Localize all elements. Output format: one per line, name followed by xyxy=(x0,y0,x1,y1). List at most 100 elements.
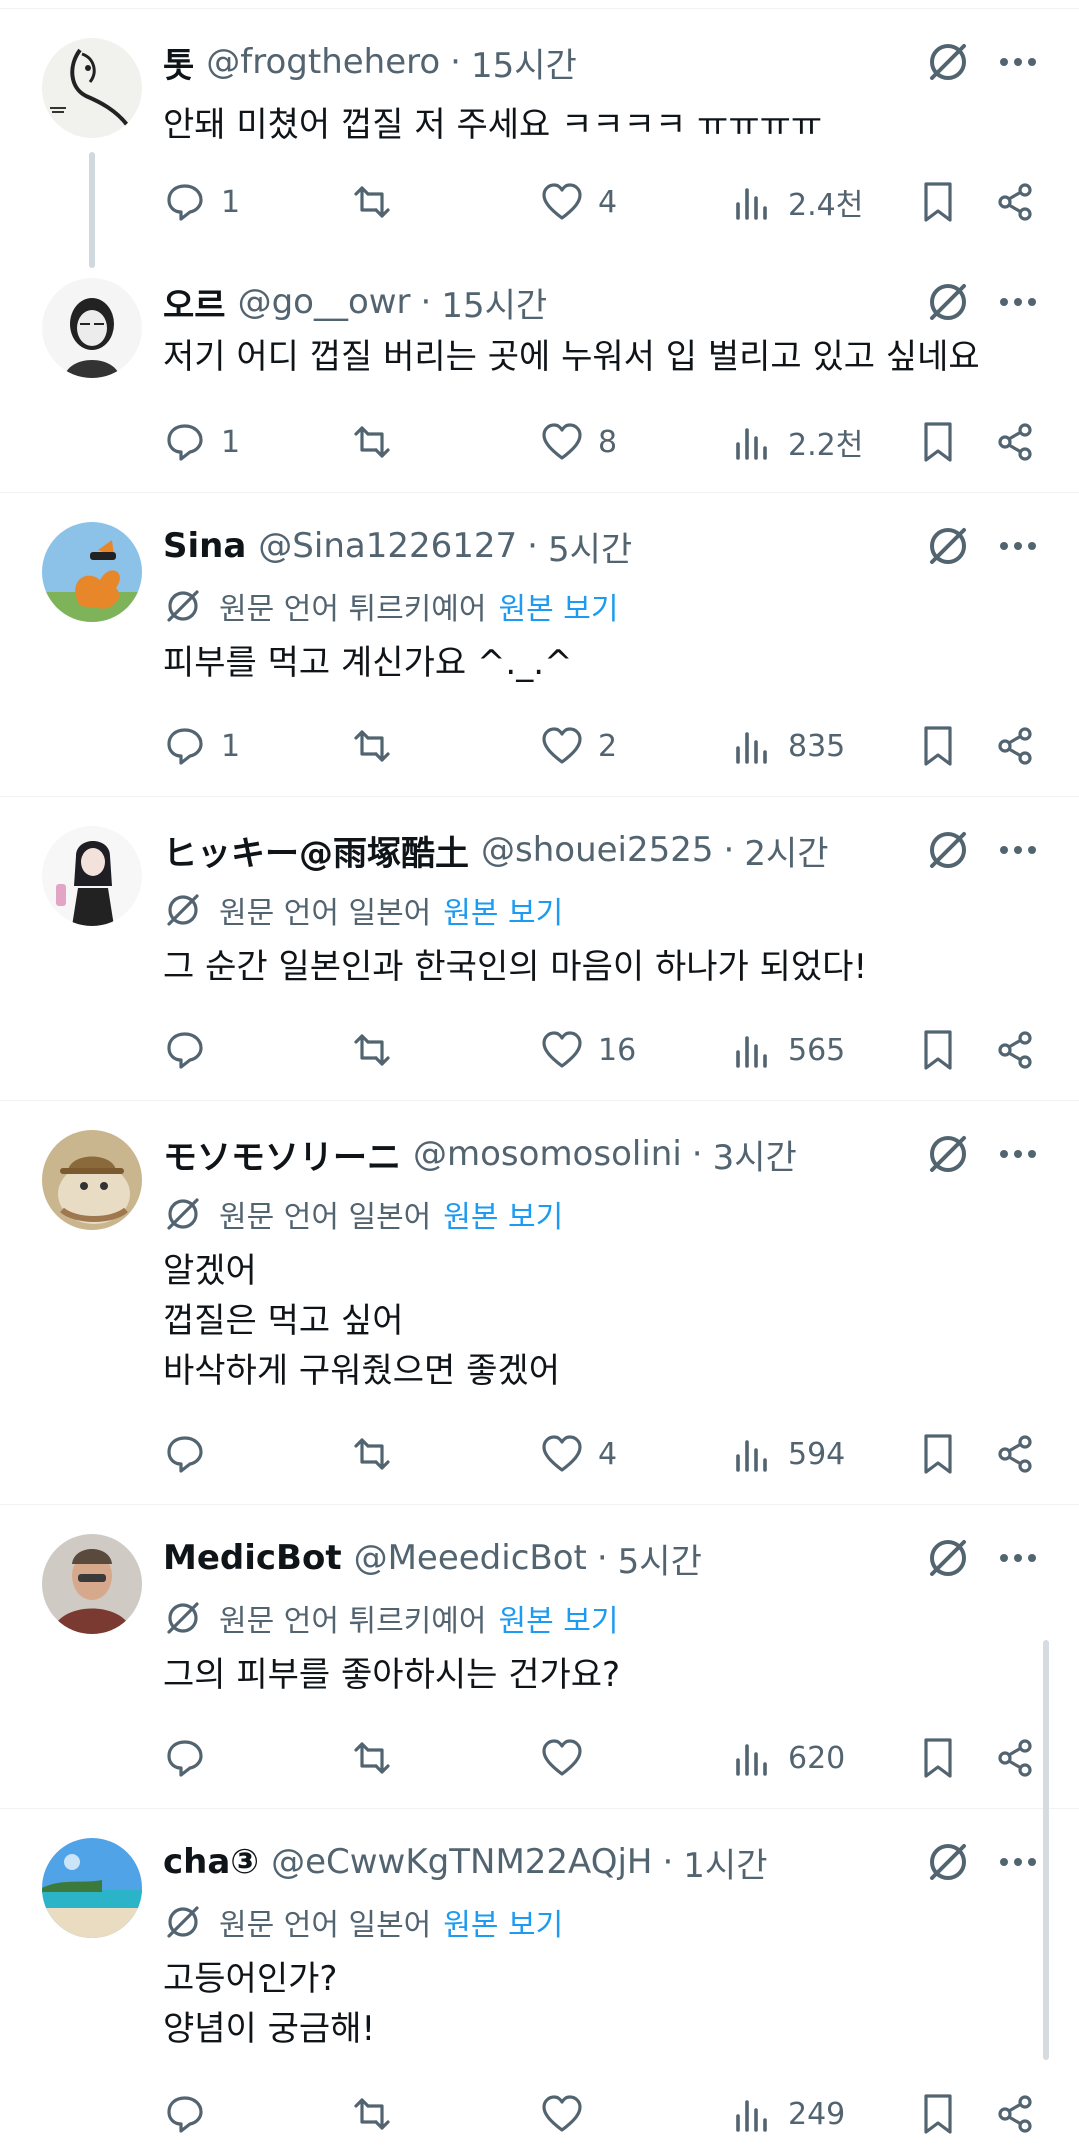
timestamp[interactable]: 5시간 xyxy=(548,522,632,571)
avatar[interactable] xyxy=(42,1838,142,1938)
share-button[interactable] xyxy=(993,1426,1037,1482)
show-original-link[interactable]: 원본 보기 xyxy=(443,1192,563,1236)
like-button[interactable]: 2 xyxy=(540,718,617,774)
timestamp[interactable]: 5시간 xyxy=(618,1534,702,1583)
share-button[interactable] xyxy=(993,1730,1037,1786)
display-name[interactable]: 톳 xyxy=(163,38,194,87)
like-button[interactable]: 4 xyxy=(540,174,617,230)
repost-button[interactable] xyxy=(350,1730,394,1786)
timestamp[interactable]: 1시간 xyxy=(683,1838,767,1887)
avatar[interactable] xyxy=(42,522,142,622)
reply-button[interactable] xyxy=(163,2086,221,2142)
share-button[interactable] xyxy=(993,174,1037,230)
share-button[interactable] xyxy=(993,718,1037,774)
more-icon[interactable] xyxy=(996,522,1040,570)
views-button[interactable]: 565 xyxy=(730,1022,845,1078)
display-name[interactable]: ヒッキー@雨塚酷土 xyxy=(163,826,469,875)
reply-button[interactable]: 1 xyxy=(163,414,240,470)
reply-post-1[interactable]: 톳 @frogthehero · 15시간 안돼 미쳤어 껍질 저 주세요 ㅋㅋ… xyxy=(0,38,1079,238)
grok-icon[interactable] xyxy=(924,826,972,874)
more-icon[interactable] xyxy=(996,1130,1040,1178)
avatar[interactable] xyxy=(42,278,142,378)
reply-button[interactable] xyxy=(163,1022,221,1078)
views-button[interactable]: 594 xyxy=(730,1426,845,1482)
repost-button[interactable] xyxy=(350,1022,394,1078)
show-original-link[interactable]: 원본 보기 xyxy=(443,888,563,932)
timestamp[interactable]: 15시간 xyxy=(471,38,577,87)
reply-button[interactable]: 1 xyxy=(163,174,240,230)
grok-icon[interactable] xyxy=(924,1534,972,1582)
bookmark-button[interactable] xyxy=(916,1426,960,1482)
reply-post-4[interactable]: ヒッキー@雨塚酷土 @shouei2525 · 2시간 원문 언어 일본어 원본… xyxy=(0,826,1079,1086)
more-icon[interactable] xyxy=(996,1838,1040,1886)
grok-icon[interactable] xyxy=(924,1838,972,1886)
avatar[interactable] xyxy=(42,826,142,926)
reply-icon xyxy=(167,2096,203,2133)
views-button[interactable]: 2.4천 xyxy=(730,174,863,230)
avatar[interactable] xyxy=(42,1534,142,1634)
user-handle[interactable]: @MeeedicBot xyxy=(354,1538,587,1578)
bookmark-button[interactable] xyxy=(916,1730,960,1786)
bookmark-button[interactable] xyxy=(916,1022,960,1078)
user-handle[interactable]: @Sina1226127 xyxy=(258,526,517,566)
repost-button[interactable] xyxy=(350,174,394,230)
reply-button[interactable] xyxy=(163,1730,221,1786)
bookmark-button[interactable] xyxy=(916,414,960,470)
user-handle[interactable]: @mosomosolini xyxy=(413,1134,682,1174)
bookmark-button[interactable] xyxy=(916,718,960,774)
views-button[interactable]: 249 xyxy=(730,2086,845,2142)
more-icon[interactable] xyxy=(996,38,1040,86)
repost-button[interactable] xyxy=(350,2086,394,2142)
repost-button[interactable] xyxy=(350,414,394,470)
reply-post-7[interactable]: cha③ @eCwwKgTNM22AQjH · 1시간 원문 언어 일본어 원본… xyxy=(0,1838,1079,2148)
like-button[interactable] xyxy=(540,2086,598,2142)
reply-post-3[interactable]: Sina @Sina1226127 · 5시간 원문 언어 튀르키예어 원본 보… xyxy=(0,522,1079,782)
timestamp[interactable]: 15시간 xyxy=(441,278,547,327)
show-original-link[interactable]: 원본 보기 xyxy=(443,1900,563,1944)
more-icon[interactable] xyxy=(996,278,1040,326)
more-icon[interactable] xyxy=(996,826,1040,874)
views-button[interactable]: 835 xyxy=(730,718,845,774)
like-button[interactable] xyxy=(540,1730,598,1786)
reply-button[interactable] xyxy=(163,1426,221,1482)
bookmark-button[interactable] xyxy=(916,174,960,230)
views-button[interactable]: 620 xyxy=(730,1730,845,1786)
user-handle[interactable]: @eCwwKgTNM22AQjH xyxy=(271,1842,652,1882)
repost-button[interactable] xyxy=(350,718,394,774)
display-name[interactable]: 오르 xyxy=(163,278,226,327)
repost-button[interactable] xyxy=(350,1426,394,1482)
reply-post-2[interactable]: 오르 @go__owr · 15시간 저기 어디 껍질 버리는 곳에 누워서 입… xyxy=(0,278,1079,478)
avatar[interactable] xyxy=(42,38,142,138)
grok-icon[interactable] xyxy=(924,38,972,86)
like-button[interactable]: 8 xyxy=(540,414,617,470)
reply-post-6[interactable]: MedicBot @MeeedicBot · 5시간 원문 언어 튀르키예어 원… xyxy=(0,1534,1079,1794)
reply-button[interactable]: 1 xyxy=(163,718,240,774)
views-icon xyxy=(736,1744,767,1776)
show-original-link[interactable]: 원본 보기 xyxy=(498,584,618,628)
user-handle[interactable]: @shouei2525 xyxy=(481,830,714,870)
display-name[interactable]: MedicBot xyxy=(163,1538,342,1578)
share-button[interactable] xyxy=(993,1022,1037,1078)
grok-icon[interactable] xyxy=(924,278,972,326)
user-handle[interactable]: @frogthehero xyxy=(206,42,440,82)
timestamp[interactable]: 3시간 xyxy=(713,1130,797,1179)
display-name[interactable]: cha③ xyxy=(163,1842,259,1882)
share-button[interactable] xyxy=(993,2086,1037,2142)
bookmark-button[interactable] xyxy=(916,2086,960,2142)
share-button[interactable] xyxy=(993,414,1037,470)
user-handle[interactable]: @go__owr xyxy=(238,282,411,322)
grok-icon[interactable] xyxy=(924,522,972,570)
action-bar: 620 xyxy=(0,1730,1079,1786)
avatar[interactable] xyxy=(42,1130,142,1230)
like-button[interactable]: 16 xyxy=(540,1022,636,1078)
display-name[interactable]: モソモソリーニ xyxy=(163,1130,401,1179)
more-icon[interactable] xyxy=(996,1534,1040,1582)
like-button[interactable]: 4 xyxy=(540,1426,617,1482)
timestamp[interactable]: 2시간 xyxy=(744,826,828,875)
display-name[interactable]: Sina xyxy=(163,526,246,566)
grok-icon[interactable] xyxy=(924,1130,972,1178)
show-original-link[interactable]: 원본 보기 xyxy=(498,1596,618,1640)
views-button[interactable]: 2.2천 xyxy=(730,414,863,470)
scrollbar[interactable] xyxy=(1043,1640,1049,2060)
reply-post-5[interactable]: モソモソリーニ @mosomosolini · 3시간 원문 언어 일본어 원본… xyxy=(0,1130,1079,1490)
